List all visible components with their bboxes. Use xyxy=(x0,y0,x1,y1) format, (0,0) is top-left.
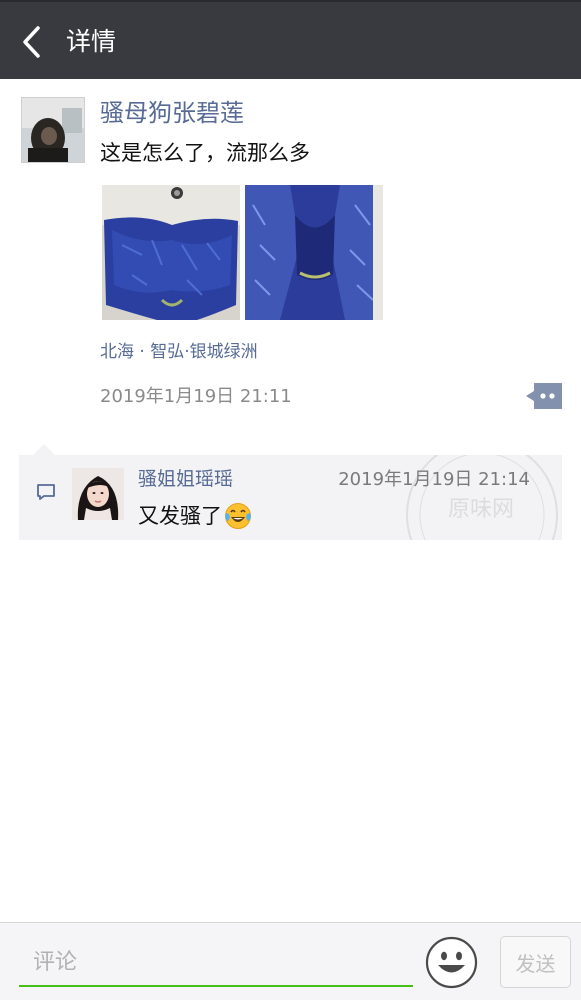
post-text: 这是怎么了，流那么多 xyxy=(100,141,310,165)
nav-header: 详情 xyxy=(0,0,581,79)
post-timestamp: 2019年1月19日 21:11 xyxy=(100,386,292,407)
emoji-button[interactable] xyxy=(425,936,478,989)
comment-timestamp: 2019年1月19日 21:14 xyxy=(338,469,530,490)
comment-list: 骚姐姐瑶瑶 2019年1月19日 21:14 又发骚了 xyxy=(19,455,562,540)
commenter-avatar[interactable] xyxy=(72,468,124,520)
tears-of-joy-emoji-icon xyxy=(225,503,251,529)
back-button[interactable] xyxy=(14,24,50,60)
author-avatar[interactable] xyxy=(21,97,85,163)
location-link[interactable]: 北海 · 智弘·银城绿洲 xyxy=(100,340,258,364)
comment-caret xyxy=(33,444,55,455)
smiley-icon xyxy=(425,936,478,989)
comment-icon xyxy=(37,484,55,500)
comment-input[interactable] xyxy=(19,939,413,987)
comment-text-row: 又发骚了 xyxy=(138,501,253,531)
page-title: 详情 xyxy=(66,27,117,56)
commenter-name[interactable]: 骚姐姐瑶瑶 xyxy=(138,466,233,492)
chevron-left-icon xyxy=(23,26,40,58)
post-photo-2[interactable] xyxy=(245,185,383,320)
post-photo-1[interactable] xyxy=(102,185,240,320)
comment-input-bar: 发送 xyxy=(0,922,581,1000)
author-name[interactable]: 骚母狗张碧莲 xyxy=(100,98,244,128)
comment-more-icon xyxy=(526,383,562,409)
more-actions-button[interactable] xyxy=(526,383,562,409)
comment-text: 又发骚了 xyxy=(138,504,222,528)
send-button[interactable]: 发送 xyxy=(500,936,571,988)
